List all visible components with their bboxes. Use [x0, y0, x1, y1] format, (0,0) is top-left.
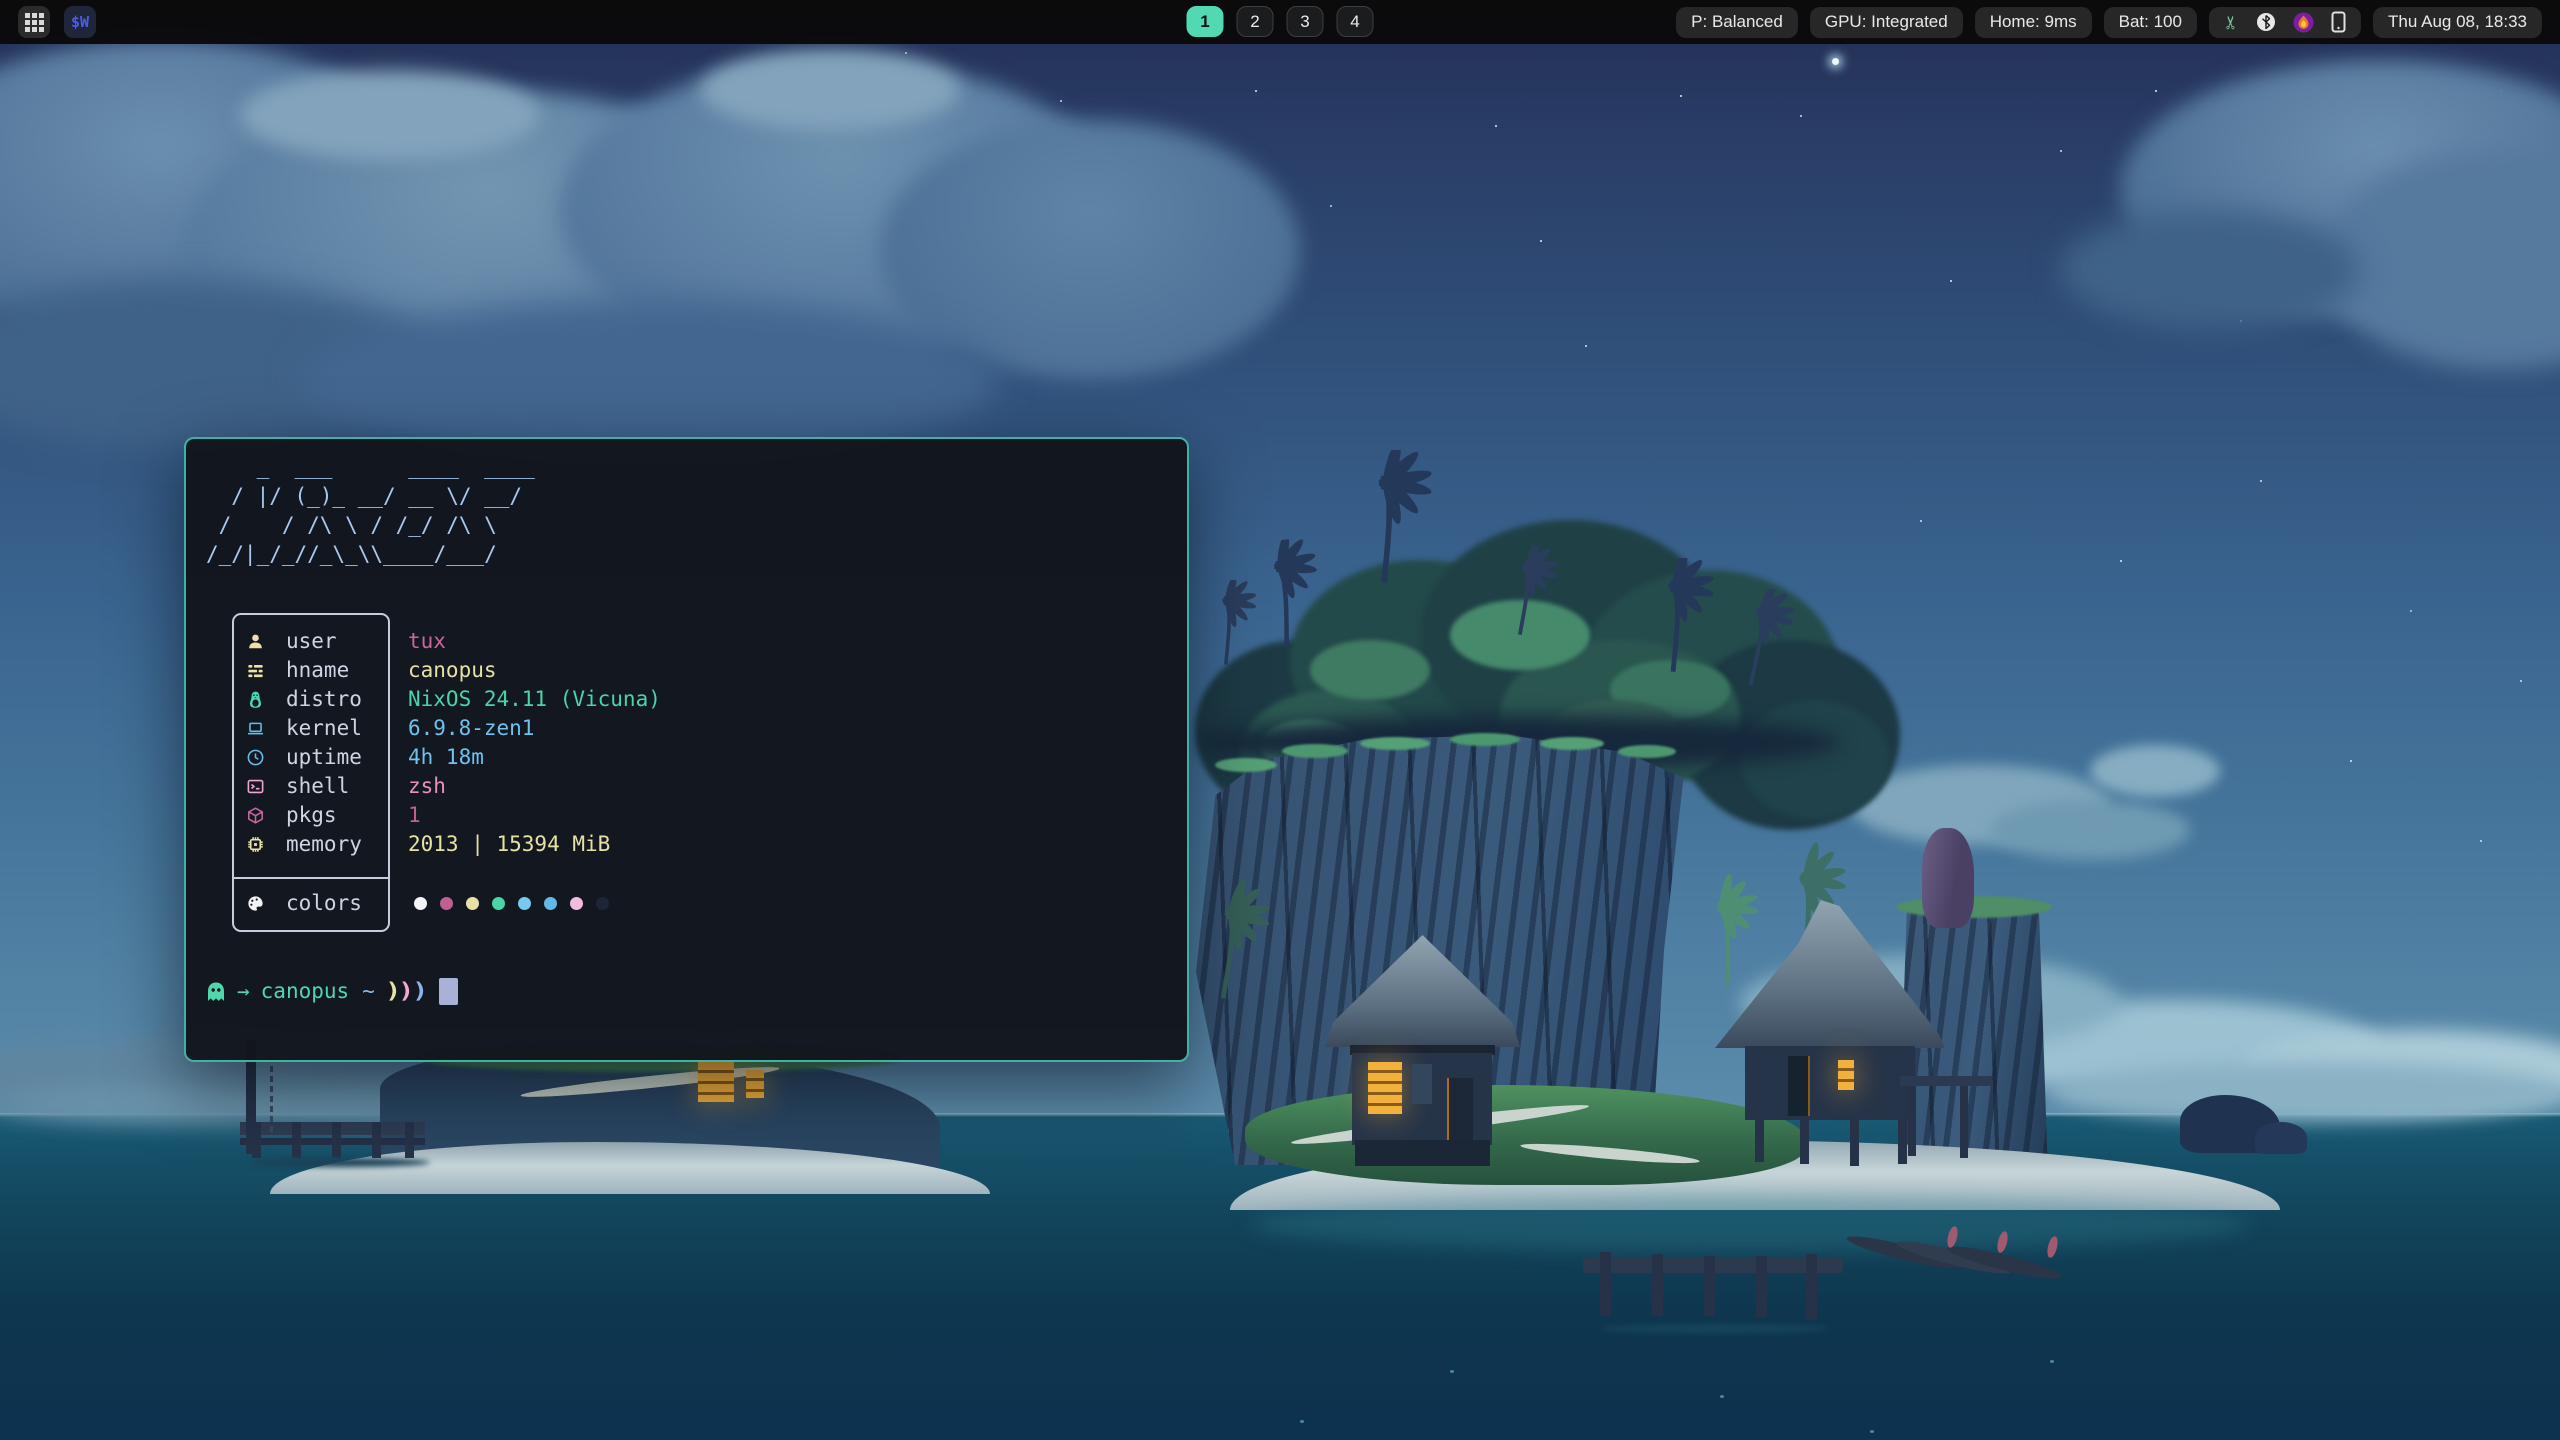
top-bar: $W 1 2 3 4 P: Balanced GPU: Integrated H…: [0, 0, 2560, 44]
system-tray: ✂: [2209, 7, 2361, 38]
bright-star: [1832, 58, 1839, 65]
scissors-icon[interactable]: ✂: [2221, 14, 2242, 29]
bluetooth-icon[interactable]: [2256, 12, 2276, 32]
grid-menu-icon: [25, 13, 44, 32]
workspace-3[interactable]: 3: [1287, 6, 1324, 37]
cloud: [2090, 745, 2220, 797]
info-value: NixOS 24.11 (Vicuna): [408, 685, 661, 714]
info-value: 2013 | 15394 MiB: [408, 830, 610, 859]
palette-icon: [244, 893, 266, 915]
penguin-icon: [244, 689, 266, 711]
chevron: ): [412, 977, 429, 1006]
phone-icon[interactable]: [2331, 11, 2346, 33]
info-row-pkgs: pkgs 1: [186, 801, 1166, 830]
workspace-4[interactable]: 4: [1337, 6, 1374, 37]
package-icon: [244, 805, 266, 827]
info-row-hname: hname canopus: [186, 656, 1166, 685]
info-value: 6.9.8-zen1: [408, 714, 534, 743]
info-label: shell: [286, 772, 349, 801]
shell-prompt[interactable]: → canopus ~ ) ) ): [186, 977, 1166, 1006]
info-value: canopus: [408, 656, 497, 685]
flameshot-icon[interactable]: [2293, 12, 2314, 33]
prompt-chevrons: ) ) ): [387, 977, 428, 1006]
info-label: pkgs: [286, 801, 337, 830]
desktop: $W 1 2 3 4 P: Balanced GPU: Integrated H…: [0, 0, 2560, 1440]
info-row-memory: memory 2013 | 15394 MiB: [186, 830, 1166, 859]
ghost-icon: [204, 980, 228, 1004]
ping-module[interactable]: Home: 9ms: [1975, 7, 2092, 38]
cloud: [240, 70, 540, 160]
workspace-switcher: 1 2 3 4: [1187, 6, 1374, 37]
app-menu-button[interactable]: [18, 6, 50, 38]
prompt-path: ~: [362, 977, 375, 1006]
cloud: [300, 300, 1000, 460]
bar-left-group: $W: [18, 6, 96, 38]
workspace-1[interactable]: 1: [1187, 6, 1224, 37]
clock-module[interactable]: Thu Aug 08, 18:33: [2373, 7, 2542, 38]
info-label: colors: [286, 889, 362, 918]
cloud: [700, 50, 960, 130]
text-cursor[interactable]: [439, 978, 458, 1005]
gpu-module[interactable]: GPU: Integrated: [1810, 7, 1963, 38]
info-value: 4h 18m: [408, 743, 484, 772]
wm-logo-text: $W: [71, 13, 89, 31]
fastfetch-ascii-logo: _ ___ ____ ____ / |/ (_)_ __/ __ \/ __/ …: [206, 453, 535, 569]
cloud: [1990, 800, 2190, 860]
terminal-icon: [244, 776, 266, 798]
wallpaper-ocean: [0, 1113, 2560, 1440]
info-label: memory: [286, 830, 362, 859]
terminal-color-dots: [414, 897, 609, 910]
info-label: uptime: [286, 743, 362, 772]
info-label: kernel: [286, 714, 362, 743]
prompt-hostname: canopus: [261, 977, 350, 1006]
info-row-uptime: uptime 4h 18m: [186, 743, 1166, 772]
info-row-kernel: kernel 6.9.8-zen1: [186, 714, 1166, 743]
color-dot: [414, 897, 427, 910]
clock-icon: [244, 747, 266, 769]
color-dot: [596, 897, 609, 910]
prompt-arrow: →: [237, 977, 250, 1006]
list-icon: [244, 660, 266, 682]
laptop-icon: [244, 718, 266, 740]
color-dot: [492, 897, 505, 910]
color-dot: [570, 897, 583, 910]
info-label: hname: [286, 656, 349, 685]
color-dot: [518, 897, 531, 910]
chip-icon: [244, 834, 266, 856]
bar-right-group: P: Balanced GPU: Integrated Home: 9ms Ba…: [1676, 7, 2542, 38]
battery-module[interactable]: Bat: 100: [2104, 7, 2197, 38]
cloud: [1740, 955, 2120, 1050]
info-row-colors: colors: [186, 889, 1166, 918]
info-row-user: user tux: [186, 627, 1166, 656]
power-profile-module[interactable]: P: Balanced: [1676, 7, 1798, 38]
info-row-distro: distro NixOS 24.11 (Vicuna): [186, 685, 1166, 714]
color-dot: [440, 897, 453, 910]
info-value: zsh: [408, 772, 446, 801]
info-value: tux: [408, 627, 446, 656]
cloud: [2060, 210, 2360, 330]
workspace-2[interactable]: 2: [1237, 6, 1274, 37]
color-dot: [466, 897, 479, 910]
color-dot: [544, 897, 557, 910]
info-row-shell: shell zsh: [186, 772, 1166, 801]
cloud: [2050, 1062, 2560, 1122]
cloud: [0, 1082, 900, 1124]
info-value: 1: [408, 801, 421, 830]
info-label: user: [286, 627, 337, 656]
wm-logo-button[interactable]: $W: [64, 6, 96, 38]
person-icon: [244, 631, 266, 653]
info-label: distro: [286, 685, 362, 714]
terminal-window[interactable]: _ ___ ____ ____ / |/ (_)_ __/ __ \/ __/ …: [184, 437, 1189, 1062]
